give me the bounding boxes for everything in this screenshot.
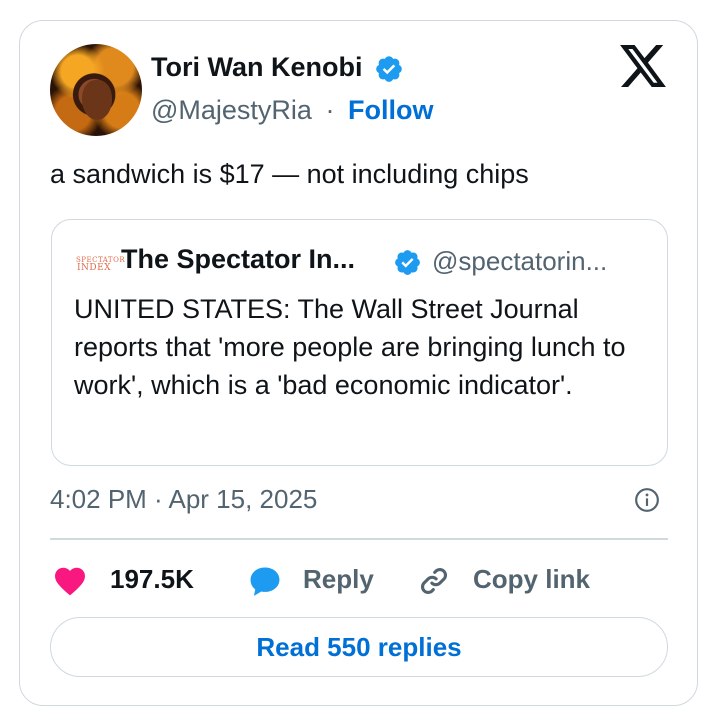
avatar-face [82, 80, 112, 120]
speech-bubble-icon [250, 567, 280, 596]
x-logo-icon[interactable] [620, 45, 666, 87]
info-icon[interactable] [634, 487, 660, 513]
quoted-avatar-logo: SPECTATOR INDEX [76, 257, 125, 273]
tweet-text: a sandwich is $17 — not including chips [50, 159, 529, 189]
read-replies-button[interactable]: Read 550 replies [50, 617, 668, 677]
like-count: 197.5K [110, 564, 194, 594]
follow-button[interactable]: Follow [348, 95, 433, 125]
author-handle[interactable]: @MajestyRia [151, 95, 312, 125]
avatar[interactable] [50, 44, 142, 136]
link-icon [420, 567, 448, 595]
author-handle-row: @MajestyRia · Follow [151, 95, 433, 126]
tweet-timestamp[interactable]: 4:02 PM · Apr 15, 2025 [50, 484, 317, 515]
verified-badge-icon [376, 56, 402, 82]
quoted-tweet[interactable]: SPECTATOR INDEX The Spectator In... @spe… [51, 219, 668, 466]
copy-link-action[interactable]: Copy link [415, 560, 600, 600]
copy-link-label: Copy link [473, 564, 591, 594]
quoted-tweet-text: UNITED STATES: The Wall Street Journal r… [74, 294, 626, 400]
quoted-author-handle: @spectatorin... [432, 246, 608, 276]
reply-label: Reply [303, 564, 374, 594]
like-action[interactable]: 197.5K [50, 560, 210, 600]
separator-dot: · [325, 95, 335, 125]
reply-action[interactable]: Reply [245, 560, 385, 600]
quoted-verified-badge-icon [395, 250, 420, 275]
heart-icon [55, 567, 85, 596]
author-name[interactable]: Tori Wan Kenobi [151, 52, 362, 83]
logo-line2: INDEX [76, 263, 112, 273]
divider [50, 538, 668, 540]
quoted-author-name: The Spectator In... [121, 244, 356, 274]
